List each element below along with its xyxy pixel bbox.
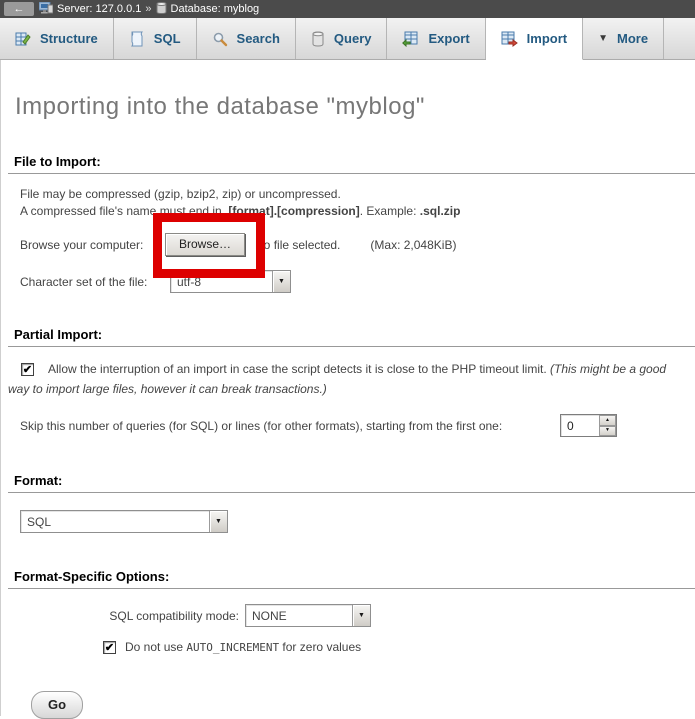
chevron-down-icon: ▼ [272, 271, 290, 292]
allow-interruption-checkbox[interactable]: ✔ [21, 363, 34, 376]
section-legend: Partial Import: [8, 325, 695, 347]
page-title: Importing into the database "myblog" [15, 93, 695, 121]
tab-label: Import [527, 31, 567, 46]
server-icon [39, 2, 53, 17]
back-arrow-icon: ← [14, 4, 25, 15]
breadcrumb-server-link[interactable]: Server: 127.0.0.1 [57, 3, 141, 15]
auto-increment-checkbox[interactable]: ✔ [103, 641, 116, 654]
sql-compatibility-select[interactable]: NONE ▼ [245, 604, 371, 627]
tab-search[interactable]: Search [197, 18, 296, 59]
charset-row: Character set of the file: utf-8 ▼ [8, 270, 695, 293]
stepper-up-icon[interactable]: ▲ [599, 415, 616, 426]
section-legend: Format-Specific Options: [8, 567, 695, 589]
tab-label: Query [334, 31, 372, 46]
query-icon [311, 31, 325, 47]
tab-import[interactable]: Import [486, 18, 583, 60]
file-upload-row: Browse your computer: Browse… No file se… [8, 233, 695, 256]
format-pattern: .[format].[compression] [225, 204, 360, 218]
auto-increment-label: Do not use AUTO_INCREMENT for zero value… [125, 640, 361, 654]
no-file-selected-text: No file selected. [255, 238, 340, 252]
skip-queries-value: 0 [561, 415, 599, 436]
example-filename: .sql.zip [420, 204, 461, 218]
hint-line-1: File may be compressed (gzip, bzip2, zip… [20, 186, 695, 203]
tab-structure[interactable]: Structure [0, 18, 114, 59]
tab-bar: Structure SQL Search Query Export Import… [0, 18, 695, 60]
sql-compatibility-label: SQL compatibility mode: [20, 609, 245, 623]
format-selected-value: SQL [21, 511, 209, 532]
format-row: SQL ▼ [8, 510, 695, 533]
allow-interruption-label: Allow the interruption of an import in c… [48, 362, 550, 376]
section-format: Format: SQL ▼ [8, 471, 695, 533]
database-icon [156, 2, 167, 17]
auto-increment-code: AUTO_INCREMENT [186, 641, 279, 654]
tab-label: SQL [154, 31, 181, 46]
tab-label: More [617, 31, 648, 46]
skip-queries-label: Skip this number of queries (for SQL) or… [20, 419, 560, 433]
tab-query[interactable]: Query [296, 18, 388, 59]
hint-line-2: A compressed file's name must end in .[f… [20, 203, 695, 220]
breadcrumb-bar: ← Server: 127.0.0.1 » Database: myblog [0, 0, 695, 18]
section-file-to-import: File to Import: File may be compressed (… [8, 152, 695, 293]
browse-button[interactable]: Browse… [165, 233, 245, 256]
sql-icon [129, 31, 145, 47]
breadcrumb: Server: 127.0.0.1 » Database: myblog [39, 2, 259, 17]
auto-increment-row: ✔ Do not use AUTO_INCREMENT for zero val… [103, 640, 695, 654]
section-legend: File to Import: [8, 152, 695, 174]
import-icon [501, 31, 518, 47]
charset-label: Character set of the file: [20, 275, 170, 289]
export-icon [402, 31, 419, 47]
back-arrow-button[interactable]: ← [4, 2, 34, 16]
tab-more[interactable]: ▼ More [583, 18, 664, 59]
section-legend: Format: [8, 471, 695, 493]
tab-label: Structure [40, 31, 98, 46]
chevron-down-icon: ▼ [598, 33, 608, 44]
format-select[interactable]: SQL ▼ [20, 510, 228, 533]
allow-interruption-row: ✔ Allow the interruption of an import in … [8, 359, 695, 399]
page-content: Importing into the database "myblog" Fil… [0, 60, 695, 716]
skip-queries-stepper[interactable]: 0 ▲ ▼ [560, 414, 617, 437]
breadcrumb-database-link[interactable]: Database: myblog [171, 3, 260, 15]
tab-sql[interactable]: SQL [114, 18, 197, 59]
charset-select[interactable]: utf-8 ▼ [170, 270, 291, 293]
charset-selected-value: utf-8 [171, 271, 272, 292]
breadcrumb-separator: » [145, 3, 151, 15]
chevron-down-icon: ▼ [352, 605, 370, 626]
browse-label: Browse your computer: [20, 238, 165, 252]
search-icon [212, 31, 228, 47]
section-partial-import: Partial Import: ✔ Allow the interruption … [8, 325, 695, 437]
sql-compatibility-value: NONE [246, 605, 352, 626]
compression-hint: File may be compressed (gzip, bzip2, zip… [8, 186, 695, 220]
structure-icon [15, 31, 31, 47]
max-size-text: (Max: 2,048KiB) [370, 238, 456, 252]
sql-compatibility-row: SQL compatibility mode: NONE ▼ [8, 604, 695, 627]
go-button[interactable]: Go [31, 691, 83, 719]
tab-label: Search [237, 31, 280, 46]
stepper-down-icon[interactable]: ▼ [599, 426, 616, 437]
chevron-down-icon: ▼ [209, 511, 227, 532]
tab-export[interactable]: Export [387, 18, 485, 59]
skip-queries-row: Skip this number of queries (for SQL) or… [8, 414, 695, 437]
tab-label: Export [428, 31, 469, 46]
section-format-specific-options: Format-Specific Options: SQL compatibili… [8, 567, 695, 654]
